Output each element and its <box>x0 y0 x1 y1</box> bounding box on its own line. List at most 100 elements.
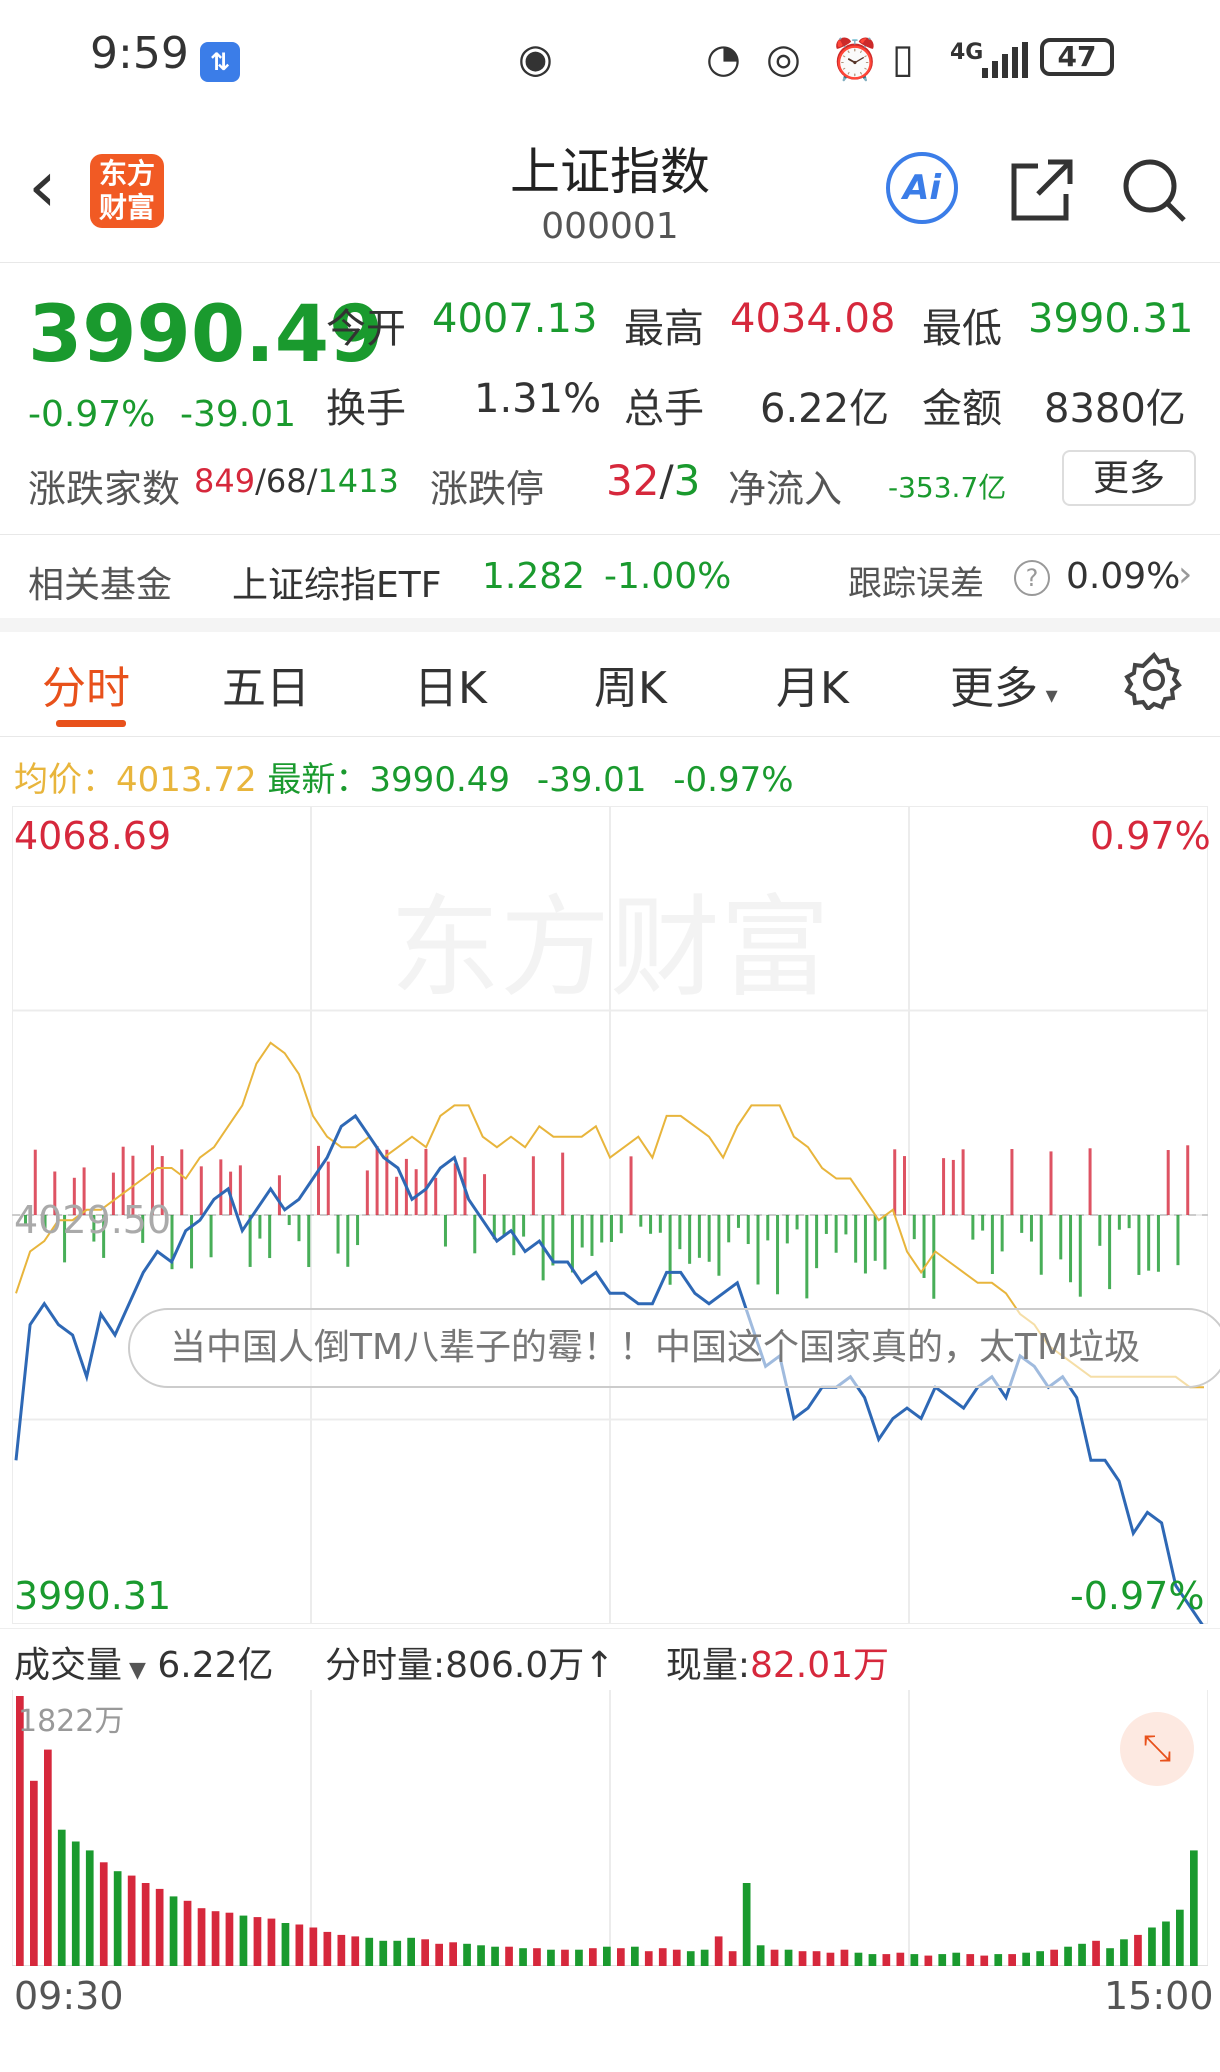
pressure-bar <box>717 1215 721 1276</box>
open-label: 今开 <box>326 306 406 352</box>
tab-intraday[interactable]: 分时 <box>42 652 130 716</box>
volume-bar <box>113 1871 122 1966</box>
volume-bar <box>155 1888 164 1966</box>
volume-bar <box>253 1917 262 1966</box>
expand-icon[interactable]: ⤡ <box>1120 1712 1194 1786</box>
volume-bar <box>1092 1940 1100 1966</box>
tab-monthly-k[interactable]: 月K <box>776 652 849 716</box>
volume-bar <box>700 1949 709 1966</box>
volume-bar <box>57 1829 66 1966</box>
more-button[interactable]: 更多 <box>1062 450 1196 506</box>
pressure-bar <box>619 1215 623 1234</box>
volume-bar <box>379 1940 388 1966</box>
high-label: 最高 <box>624 306 704 352</box>
volume-bar <box>1036 1951 1044 1966</box>
gear-icon[interactable] <box>1124 650 1184 714</box>
pressure-bar <box>629 1156 633 1215</box>
pressure-bar <box>238 1165 242 1215</box>
volume-bar <box>672 1949 681 1966</box>
volume-bar <box>603 1946 611 1966</box>
pressure-bar <box>522 1215 526 1237</box>
volume-bar <box>421 1939 429 1966</box>
pressure-bar <box>570 1215 574 1273</box>
volume-bar <box>435 1943 443 1966</box>
volume-header: 成交量 ▼ 6.22亿 分时量:806.0万↑ 现量:82.01万 <box>14 1645 890 1686</box>
volume-bar <box>575 1949 583 1966</box>
pressure-bar <box>736 1215 740 1228</box>
pressure-bar <box>180 1149 184 1215</box>
pressure-bar <box>688 1215 692 1264</box>
volume-bar <box>337 1934 346 1966</box>
volume-value: 6.22亿 <box>760 386 890 432</box>
volume-bar <box>1190 1850 1198 1966</box>
chevron-right-icon[interactable]: › <box>1178 554 1192 595</box>
volume-bar <box>910 1954 919 1966</box>
volume-bar <box>728 1951 737 1966</box>
volume-bar <box>868 1954 877 1966</box>
axis-bottom-percent: -0.97% <box>1070 1574 1205 1618</box>
tab-weekly-k[interactable]: 周K <box>594 652 667 716</box>
share-icon[interactable] <box>1008 156 1076 228</box>
volume-bar <box>477 1945 485 1966</box>
fund-change: -1.00% <box>604 556 732 597</box>
tab-daily-k[interactable]: 日K <box>414 652 487 716</box>
turnover-label: 换手 <box>326 386 406 432</box>
low-value: 3990.31 <box>1028 296 1194 342</box>
volume-bar <box>966 1954 975 1966</box>
pressure-bar <box>336 1215 340 1254</box>
pressure-bar <box>658 1215 662 1233</box>
change-percent: -0.97% <box>28 394 156 435</box>
pressure-bar <box>697 1215 701 1258</box>
volume-bar <box>211 1911 220 1966</box>
signal-icon <box>982 42 1028 82</box>
volume-bar <box>770 1949 779 1966</box>
volume-bar <box>1050 1949 1058 1966</box>
pressure-bar <box>365 1170 369 1215</box>
tab-five-day[interactable]: 五日 <box>222 652 310 716</box>
vibrate-icon: ▯ <box>892 36 915 82</box>
pressure-bar <box>912 1215 916 1240</box>
volume-bar <box>1176 1909 1184 1966</box>
pressure-bar <box>776 1215 780 1295</box>
pressure-bar <box>190 1215 194 1269</box>
volume-bar <box>197 1908 206 1966</box>
app-notification-icon: ◉ <box>518 36 553 82</box>
tab-more[interactable]: 更多 ▾ <box>950 652 1058 716</box>
pressure-bar <box>209 1215 213 1258</box>
pressure-bar <box>990 1215 994 1274</box>
fund-name[interactable]: 上证综指ETF <box>232 556 441 608</box>
pressure-bar <box>981 1215 985 1231</box>
battery-icon: 47 <box>1040 38 1114 76</box>
pressure-bar <box>580 1215 584 1248</box>
volume-selector[interactable]: 成交量 <box>14 1645 122 1686</box>
volume-bar <box>30 1780 38 1966</box>
pressure-bar <box>1069 1215 1073 1283</box>
pressure-bar <box>678 1215 682 1250</box>
pressure-bar <box>1176 1215 1180 1266</box>
pressure-bar <box>649 1215 653 1234</box>
pressure-bar <box>424 1148 428 1215</box>
volume-bar <box>1008 1954 1016 1966</box>
pressure-bar <box>795 1215 799 1230</box>
intraday-chart[interactable]: 东方财富 <box>12 806 1208 1624</box>
network-label: 4G <box>950 40 984 65</box>
volume-bar <box>365 1937 374 1966</box>
pressure-bar <box>961 1149 965 1215</box>
volume-bar <box>1148 1927 1156 1966</box>
volume-bar <box>1078 1943 1086 1966</box>
axis-bottom-price: 3990.31 <box>14 1574 172 1618</box>
pressure-bar <box>1039 1215 1043 1275</box>
help-icon[interactable]: ? <box>1014 560 1050 596</box>
low-label: 最低 <box>922 306 1002 352</box>
ai-button[interactable]: Ai <box>886 152 958 224</box>
net-inflow-label: 净流入 <box>728 467 843 511</box>
pressure-bar <box>844 1215 848 1235</box>
volume-bar <box>938 1954 947 1966</box>
pressure-bar <box>600 1215 604 1243</box>
volume-bar <box>882 1954 891 1966</box>
volume-chart[interactable] <box>12 1690 1208 1966</box>
search-icon[interactable] <box>1120 156 1190 230</box>
volume-bar <box>309 1927 318 1966</box>
high-value: 4034.08 <box>730 296 896 342</box>
news-ticker[interactable]: 当中国人倒TM八辈子的霉！！中国这个国家真的，太TM垃圾 <box>128 1308 1220 1388</box>
